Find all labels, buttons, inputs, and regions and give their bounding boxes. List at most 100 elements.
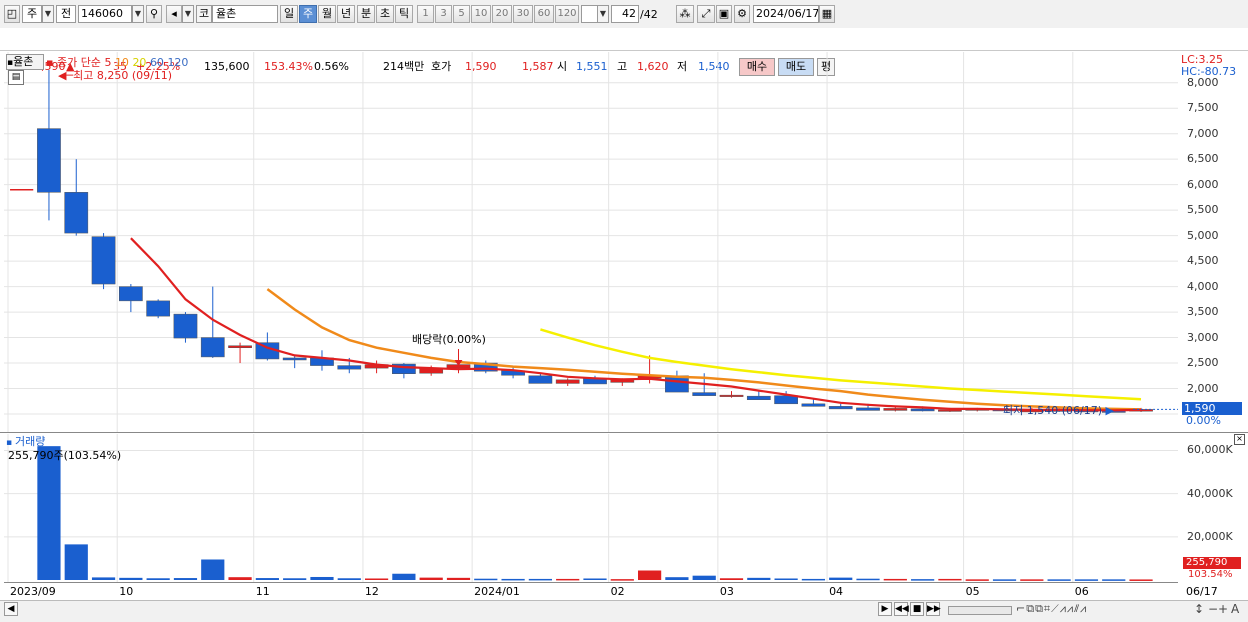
interval-60-button[interactable]: 60	[534, 5, 554, 23]
current-volume-tag: 255,790	[1183, 557, 1241, 569]
volume-bar	[119, 577, 143, 580]
interval-120-button[interactable]: 120	[555, 5, 579, 23]
price-axis-tick: 6,000	[1187, 177, 1219, 191]
candle	[282, 357, 307, 361]
candle	[828, 406, 853, 410]
x-axis-label: 06	[1074, 585, 1089, 598]
count-input[interactable]: 42	[611, 5, 639, 23]
volume-bar	[474, 578, 498, 581]
zoom-out-icon[interactable]: −	[1208, 602, 1218, 616]
volume-bar	[665, 577, 689, 580]
scroll-thumb[interactable]	[948, 606, 1012, 615]
scroll-right-icon[interactable]: ▶	[878, 602, 892, 616]
volume-bar	[883, 578, 907, 581]
volume-bar	[173, 578, 198, 580]
price-axis-tick: 3,500	[1187, 305, 1219, 319]
interval-10-button[interactable]: 10	[471, 5, 491, 23]
interval-20-button[interactable]: 20	[492, 5, 512, 23]
period-type-select[interactable]: 주	[22, 5, 42, 23]
speaker-dropdown-icon[interactable]: ▼	[182, 5, 194, 23]
x-axis-label: 2023/09	[10, 585, 56, 598]
interval-3-button[interactable]: 3	[435, 5, 452, 23]
prev-button[interactable]: 전	[56, 5, 76, 23]
date-input[interactable]: 2024/06/17	[753, 5, 819, 23]
zoom-in-icon[interactable]: ↕	[1194, 602, 1204, 616]
stock-code-input[interactable]: 146060	[78, 5, 132, 23]
interval-30-button[interactable]: 30	[513, 5, 533, 23]
candle	[910, 408, 935, 412]
period-day-button[interactable]: 일	[280, 5, 298, 23]
max-marker: ◀─최고 8,250 (09/11)	[58, 69, 173, 82]
volume-bar	[337, 578, 361, 580]
panel-divider[interactable]	[0, 432, 1248, 433]
stop-icon[interactable]: ■	[910, 602, 924, 616]
price-axis-tick: 2,000	[1187, 381, 1219, 395]
gear-icon[interactable]: ⚙	[734, 5, 750, 23]
x-axis-line	[4, 582, 1178, 583]
x-axis-label: 2024/01	[474, 585, 520, 598]
crosshair-icon[interactable]: ⤢	[697, 5, 715, 23]
volume-bar	[774, 578, 798, 580]
chart-tools-icon[interactable]: ⁂	[676, 5, 694, 23]
interval-5-button[interactable]: 5	[453, 5, 470, 23]
x-axis-label: 03	[719, 585, 734, 598]
x-end-label: 06/17	[1186, 585, 1218, 598]
candle	[173, 313, 198, 339]
chevron-down-icon[interactable]: ▼	[42, 5, 54, 23]
save-icon[interactable]: ▣	[716, 5, 732, 23]
period-month-button[interactable]: 월	[318, 5, 336, 23]
price-chart[interactable]	[4, 52, 1178, 432]
volume-bar	[556, 578, 580, 581]
candle	[856, 407, 880, 411]
x-axis-label: 05	[965, 585, 980, 598]
close-icon[interactable]: ×	[1234, 434, 1245, 445]
calculator-icon[interactable]: ▤	[8, 70, 24, 85]
stock-code-dropdown-icon[interactable]: ▼	[132, 5, 144, 23]
candle	[746, 395, 771, 400]
candle	[883, 408, 908, 411]
fast-forward-icon[interactable]: ▶▶	[926, 602, 941, 616]
price-axis-tick: 7,500	[1187, 101, 1219, 115]
scroll-left-icon[interactable]: ◀	[4, 602, 18, 616]
stock-name-tag[interactable]: ▪율촌	[6, 54, 44, 70]
price-axis-tick: 5,500	[1187, 203, 1219, 217]
candle	[719, 394, 744, 397]
custom-interval-dropdown-icon[interactable]: ▼	[597, 5, 609, 23]
search-icon[interactable]: ⚲	[146, 5, 162, 23]
volume-bar	[37, 446, 61, 580]
rewind-icon[interactable]: ◀◀	[894, 602, 909, 616]
drawing-tools-icon[interactable]: ⌐⧉⧉⌗⟋⩘⩘⫽⩘	[1016, 602, 1087, 616]
candle	[200, 337, 225, 358]
price-axis-tick: 4,500	[1187, 254, 1219, 268]
chart-menu-icon[interactable]: ◰	[4, 5, 20, 23]
stock-name-field[interactable]: 율촌	[212, 5, 278, 23]
period-minute-button[interactable]: 분	[357, 5, 375, 23]
period-year-button[interactable]: 년	[337, 5, 355, 23]
speaker-icon[interactable]: ◂	[166, 5, 182, 23]
volume-bar	[91, 577, 116, 580]
volume-bar	[1102, 579, 1126, 581]
volume-chart[interactable]	[4, 434, 1178, 582]
period-second-button[interactable]: 초	[376, 5, 394, 23]
period-tick-button[interactable]: 틱	[395, 5, 413, 23]
volume-bar	[583, 578, 607, 580]
volume-axis-tick: 40,000K	[1187, 486, 1233, 500]
candle	[228, 345, 252, 348]
volume-bar	[446, 577, 471, 580]
volume-bar	[692, 575, 716, 580]
volume-info: 255,790주(103.54%)	[8, 449, 122, 462]
font-size-icon[interactable]: A	[1231, 602, 1239, 616]
add-icon[interactable]: +	[1218, 602, 1228, 616]
candle	[337, 365, 362, 370]
volume-bar	[1129, 579, 1153, 581]
calendar-icon[interactable]: ▦	[819, 5, 835, 23]
candle	[555, 379, 580, 384]
period-week-button[interactable]: 주	[299, 5, 317, 23]
market-tag: 코	[196, 5, 212, 23]
price-axis-tick: 2,500	[1187, 356, 1219, 370]
volume-bar	[992, 579, 1017, 581]
interval-1-button[interactable]: 1	[417, 5, 434, 23]
volume-bar	[911, 579, 935, 581]
volume-bar	[255, 578, 279, 580]
candle	[119, 286, 143, 302]
